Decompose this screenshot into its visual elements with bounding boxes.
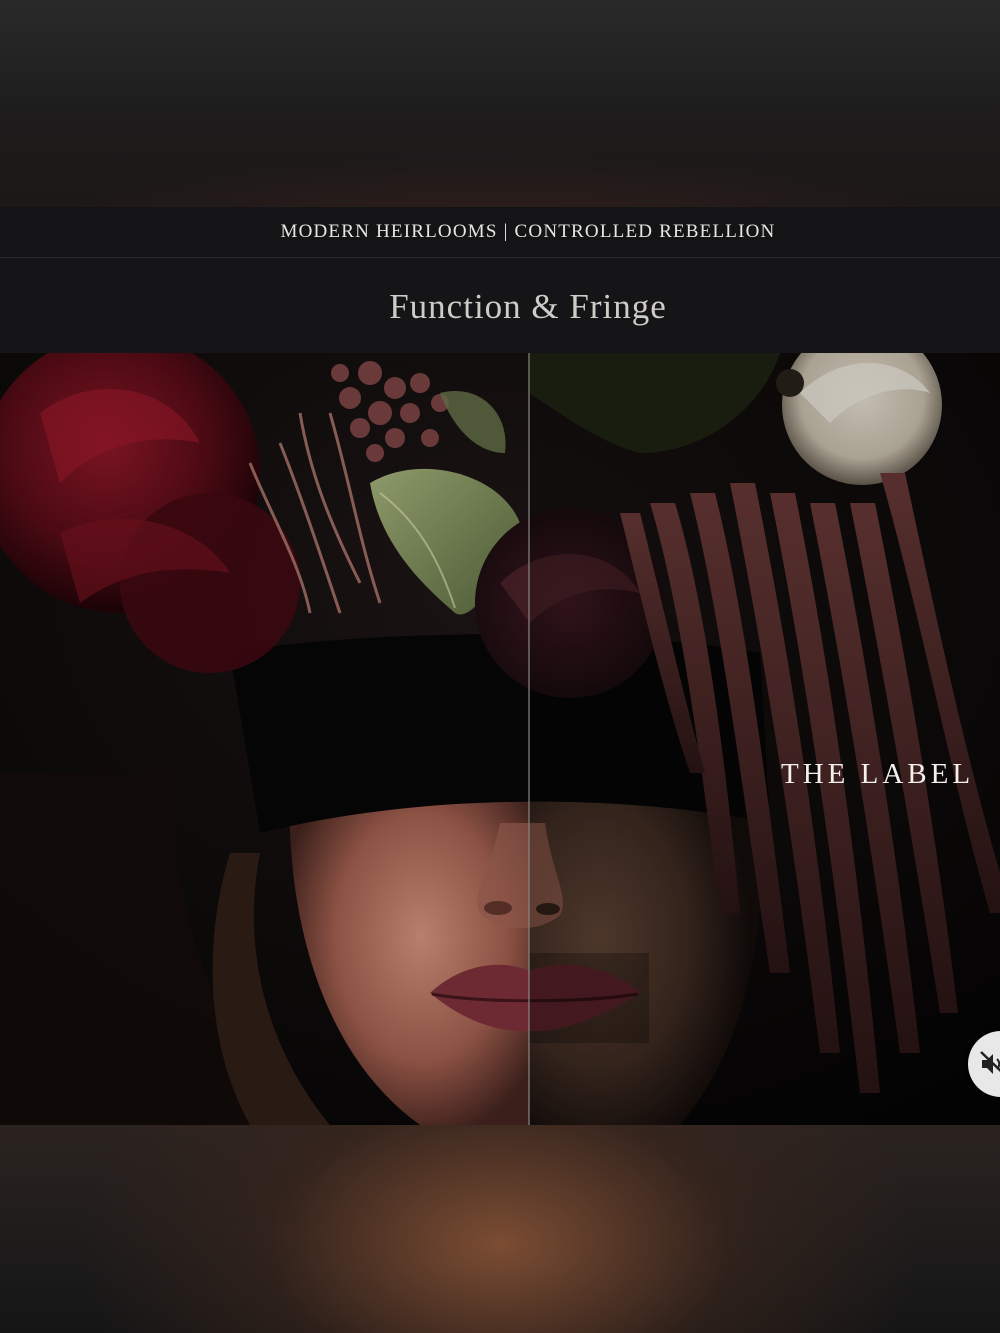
blurred-backdrop-top [0, 0, 1000, 207]
speaker-muted-icon [980, 1051, 1000, 1074]
tagline-bar: MODERN HEIRLOOMS | CONTROLLED REBELLION [0, 207, 1000, 258]
the-label-overlay: THE LABEL [781, 758, 975, 790]
hero-artwork [0, 353, 1000, 1125]
brand-title: Function & Fringe [389, 286, 667, 326]
hero-image: THE LABEL [0, 353, 1000, 1125]
blurred-backdrop-bottom [0, 1125, 1000, 1333]
tagline-text: MODERN HEIRLOOMS | CONTROLLED REBELLION [280, 221, 776, 242]
title-bar: Function & Fringe [0, 258, 1000, 353]
